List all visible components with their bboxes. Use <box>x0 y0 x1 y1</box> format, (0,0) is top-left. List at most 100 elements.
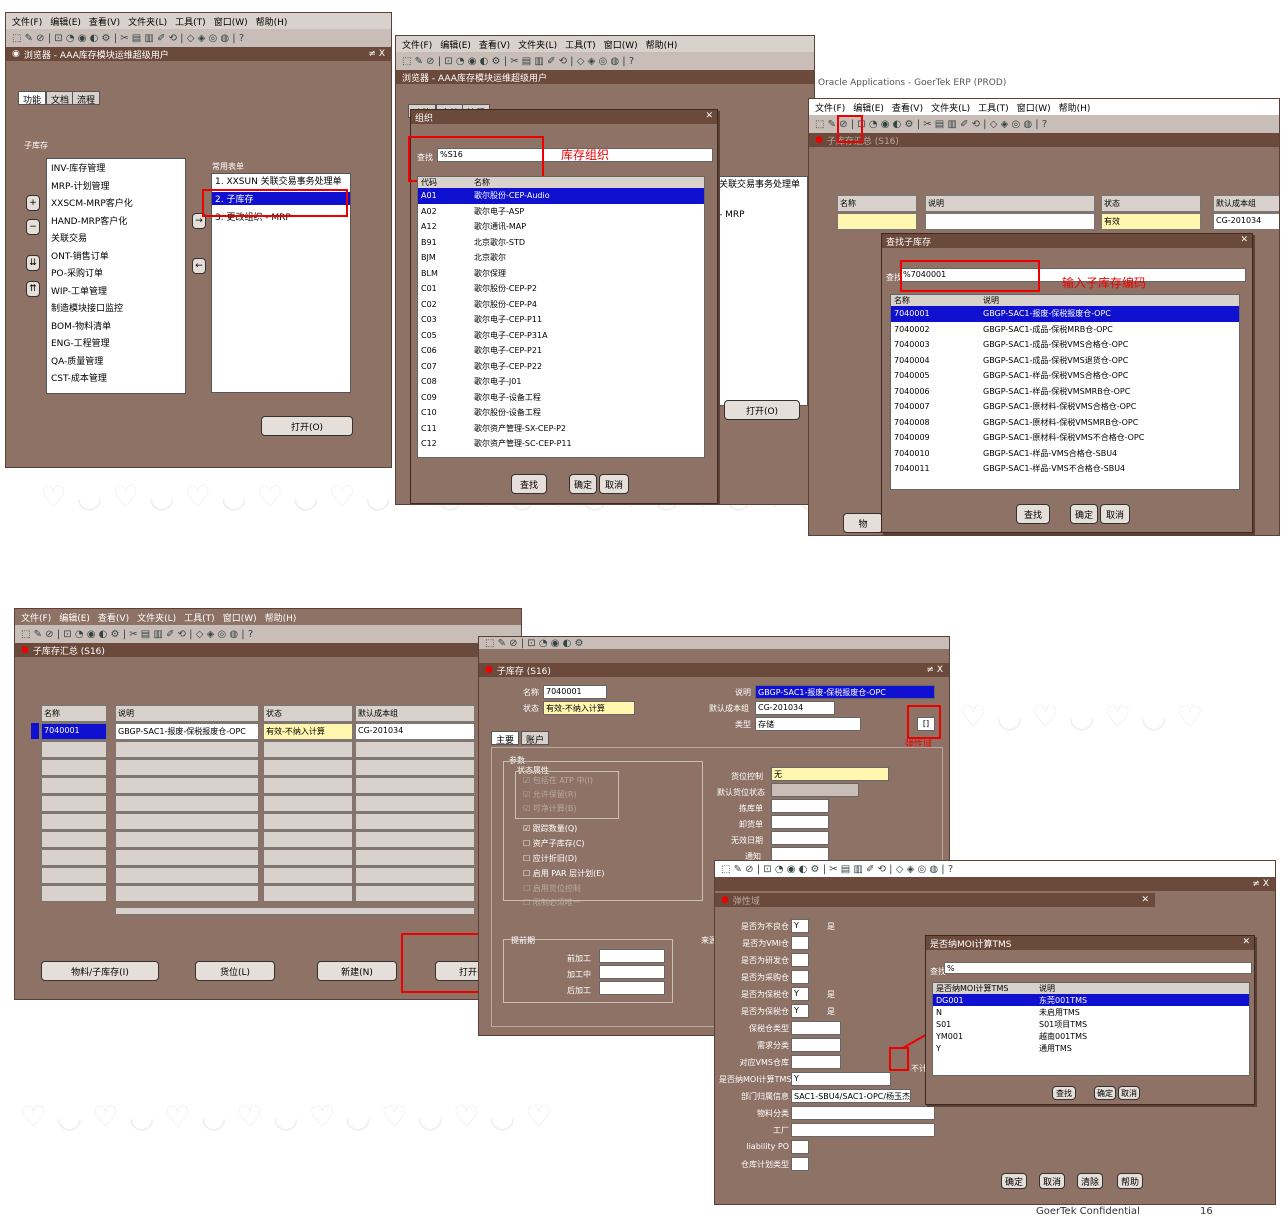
list-item[interactable]: C08 歌尔电子-J01 <box>418 374 704 390</box>
status-cell[interactable]: 有效-不纳入计算 <box>263 723 353 740</box>
name-field[interactable]: 7040001 <box>543 685 607 699</box>
list-item[interactable]: 7040008 GBGP-SAC1-原材料-保税VMSMRB仓-OPC <box>891 415 1239 431</box>
notify-field[interactable] <box>771 847 829 861</box>
status-field[interactable]: 有效-不纳入计算 <box>543 701 635 715</box>
list-item[interactable]: BJM 北京歌尔 <box>418 250 704 266</box>
flex-field-input[interactable]: Y <box>791 1004 809 1018</box>
list-item[interactable]: 7040010 GBGP-SAC1-样品-VMS合格仓-SBU4 <box>891 446 1239 462</box>
name-cell[interactable] <box>837 213 917 230</box>
grid-cell[interactable] <box>41 777 107 794</box>
locators-button[interactable]: 货位(L) <box>195 961 275 981</box>
flex-field-input[interactable] <box>791 936 809 950</box>
locator-ctl-field[interactable]: 无 <box>771 767 889 781</box>
list-item[interactable]: 7040009 GBGP-SAC1-原材料-保税VMS不合格仓-OPC <box>891 430 1239 446</box>
tree-item[interactable]: MRP-计划管理 <box>47 177 185 195</box>
menu-edit[interactable]: 编辑(E) <box>440 38 471 51</box>
list-item[interactable]: C10 歌尔股份-设备工程 <box>418 405 704 421</box>
depreciable-check[interactable]: ☐ 应计折旧(D) <box>523 853 577 864</box>
list-item[interactable]: 7040001 GBGP-SAC1-报废-保税报废仓-OPC <box>891 306 1239 322</box>
track-qty-check[interactable]: ☑ 跟踪数量(Q) <box>523 823 577 834</box>
menu-tools[interactable]: 工具(T) <box>978 101 1009 114</box>
grid-cell[interactable] <box>41 741 107 758</box>
list-item[interactable]: A01 歌尔股份-CEP-Audio <box>418 188 704 204</box>
lov-ok-button[interactable]: 确定 <box>1094 1086 1116 1100</box>
desc-cell[interactable]: GBGP-SAC1-报废-保税报废仓-OPC <box>115 723 259 740</box>
flex-field-input[interactable] <box>791 1157 809 1171</box>
menu-window[interactable]: 窗口(W) <box>604 38 638 51</box>
grid-cell[interactable] <box>41 759 107 776</box>
grid-cell[interactable] <box>115 813 259 830</box>
list-item[interactable]: 7040003 GBGP-SAC1-成品-保税VMS合格仓-OPC <box>891 337 1239 353</box>
flex-field-input[interactable] <box>791 1140 809 1154</box>
list-item[interactable]: 7040004 GBGP-SAC1-成品-保税VMS退货仓-OPC <box>891 353 1239 369</box>
tree-item[interactable]: ENG-工程管理 <box>47 334 185 352</box>
status-cell[interactable]: 有效 <box>1101 213 1201 230</box>
flex-field-input[interactable] <box>791 953 809 967</box>
grid-cell[interactable] <box>41 867 107 884</box>
grid-cell[interactable] <box>355 867 475 884</box>
grid-cell[interactable] <box>263 813 353 830</box>
toolbar-icons[interactable]: ⬚ ✎ ⊘ | ⊡ ◔ ◉ ◐ ⚙ | ✂ ▤ ▥ ✐ ⟲ | ◇ ◈ ◎ ◍ … <box>21 629 253 640</box>
ok-button[interactable]: 确定 <box>1001 1173 1027 1189</box>
menu-window[interactable]: 窗口(W) <box>1017 101 1051 114</box>
list-item[interactable]: BLM 歌尔保理 <box>418 266 704 282</box>
expand-all-button[interactable]: ⇊ <box>26 255 40 271</box>
menu-help[interactable]: 帮助(H) <box>1059 101 1091 114</box>
list-item[interactable]: C09 歌尔电子-设备工程 <box>418 390 704 406</box>
menu-edit[interactable]: 编辑(E) <box>853 101 884 114</box>
tree-item[interactable]: WIP-工单管理 <box>47 282 185 300</box>
expand-button[interactable]: + <box>26 195 40 211</box>
grid-cell[interactable] <box>263 741 353 758</box>
list-item[interactable]: 7040002 GBGP-SAC1-成品-保税MRB仓-OPC <box>891 322 1239 338</box>
toolbar-icons[interactable]: ⬚ ✎ ⊘ | ⊡ ◔ ◉ ◐ ⚙ <box>485 638 584 649</box>
menu-view[interactable]: 查看(V) <box>98 611 129 624</box>
col-name[interactable]: 名称 <box>891 295 983 306</box>
grid-cell[interactable] <box>41 885 107 902</box>
toolbar-icons[interactable]: ⬚ ✎ ⊘ | ⊡ ◔ ◉ ◐ ⚙ | ✂ ▤ ▥ ✐ ⟲ | ◇ ◈ ◎ ◍ … <box>12 33 244 44</box>
grid-cell[interactable] <box>355 741 475 758</box>
tab-documents[interactable]: 文档 <box>46 91 75 106</box>
toolbar-icons[interactable]: ⬚ ✎ ⊘ | ⊡ ◔ ◉ ◐ ⚙ | ✂ ▤ ▥ ✐ ⟲ | ◇ ◈ ◎ ◍ … <box>402 56 634 67</box>
menu-file[interactable]: 文件(F) <box>21 611 51 624</box>
grid-cell[interactable] <box>115 741 259 758</box>
open-button[interactable]: 打开(O) <box>261 416 353 436</box>
collapse-all-button[interactable]: ⇈ <box>26 281 40 297</box>
remove-top-button[interactable]: ← <box>192 258 206 274</box>
tree-item[interactable]: 制造模块接口监控 <box>47 299 185 317</box>
window-controls[interactable]: ≠ X <box>1252 879 1269 889</box>
menu-help[interactable]: 帮助(H) <box>256 15 288 28</box>
grid-cell[interactable] <box>263 867 353 884</box>
grid-cell[interactable] <box>115 867 259 884</box>
col-code[interactable]: 代码 <box>418 177 474 188</box>
list-item[interactable]: 7040005 GBGP-SAC1-样品-保税VMS合格仓-OPC <box>891 368 1239 384</box>
items-subinv-button[interactable]: 物料/子库存(I) <box>41 961 159 981</box>
list-item[interactable]: A12 歌尔通讯-MAP <box>418 219 704 235</box>
ok-button[interactable]: 确定 <box>1070 504 1098 524</box>
menu-file[interactable]: 文件(F) <box>12 15 42 28</box>
list-item[interactable]: Y 通用TMS <box>933 1042 1249 1054</box>
grid-cell[interactable] <box>355 813 475 830</box>
grid-cell[interactable] <box>355 831 475 848</box>
bg-open-button[interactable]: 打开(O) <box>724 400 800 420</box>
proc-field[interactable] <box>599 965 665 979</box>
list-item[interactable]: C12 歌尔资产管理-SC-CEP-P11 <box>418 436 704 452</box>
close-icon[interactable]: ✕ <box>1242 937 1250 949</box>
grid-cell[interactable] <box>263 759 353 776</box>
grid-cell[interactable] <box>355 759 475 776</box>
menu-edit[interactable]: 编辑(E) <box>59 611 90 624</box>
menu-help[interactable]: 帮助(H) <box>646 38 678 51</box>
cost-cell[interactable]: CG-201034 <box>355 723 475 740</box>
cost-group-field[interactable]: CG-201034 <box>755 701 835 715</box>
ok-button[interactable]: 确定 <box>569 474 597 494</box>
list-item[interactable]: DG001 东莞001TMS <box>933 994 1249 1006</box>
tab-functions[interactable]: 功能 <box>18 91 47 106</box>
lov-find-button[interactable]: 查找 <box>1052 1086 1076 1100</box>
horizontal-scrollbar[interactable] <box>115 907 475 915</box>
grid-cell[interactable] <box>41 849 107 866</box>
record-indicator[interactable] <box>31 723 39 739</box>
grid-cell[interactable] <box>355 885 475 902</box>
list-item[interactable]: 7040006 GBGP-SAC1-样品-保税VMSMRB仓-OPC <box>891 384 1239 400</box>
menu-folder[interactable]: 文件夹(L) <box>128 15 167 28</box>
flex-field-input[interactable]: Y <box>791 1072 891 1086</box>
postproc-field[interactable] <box>599 981 665 995</box>
